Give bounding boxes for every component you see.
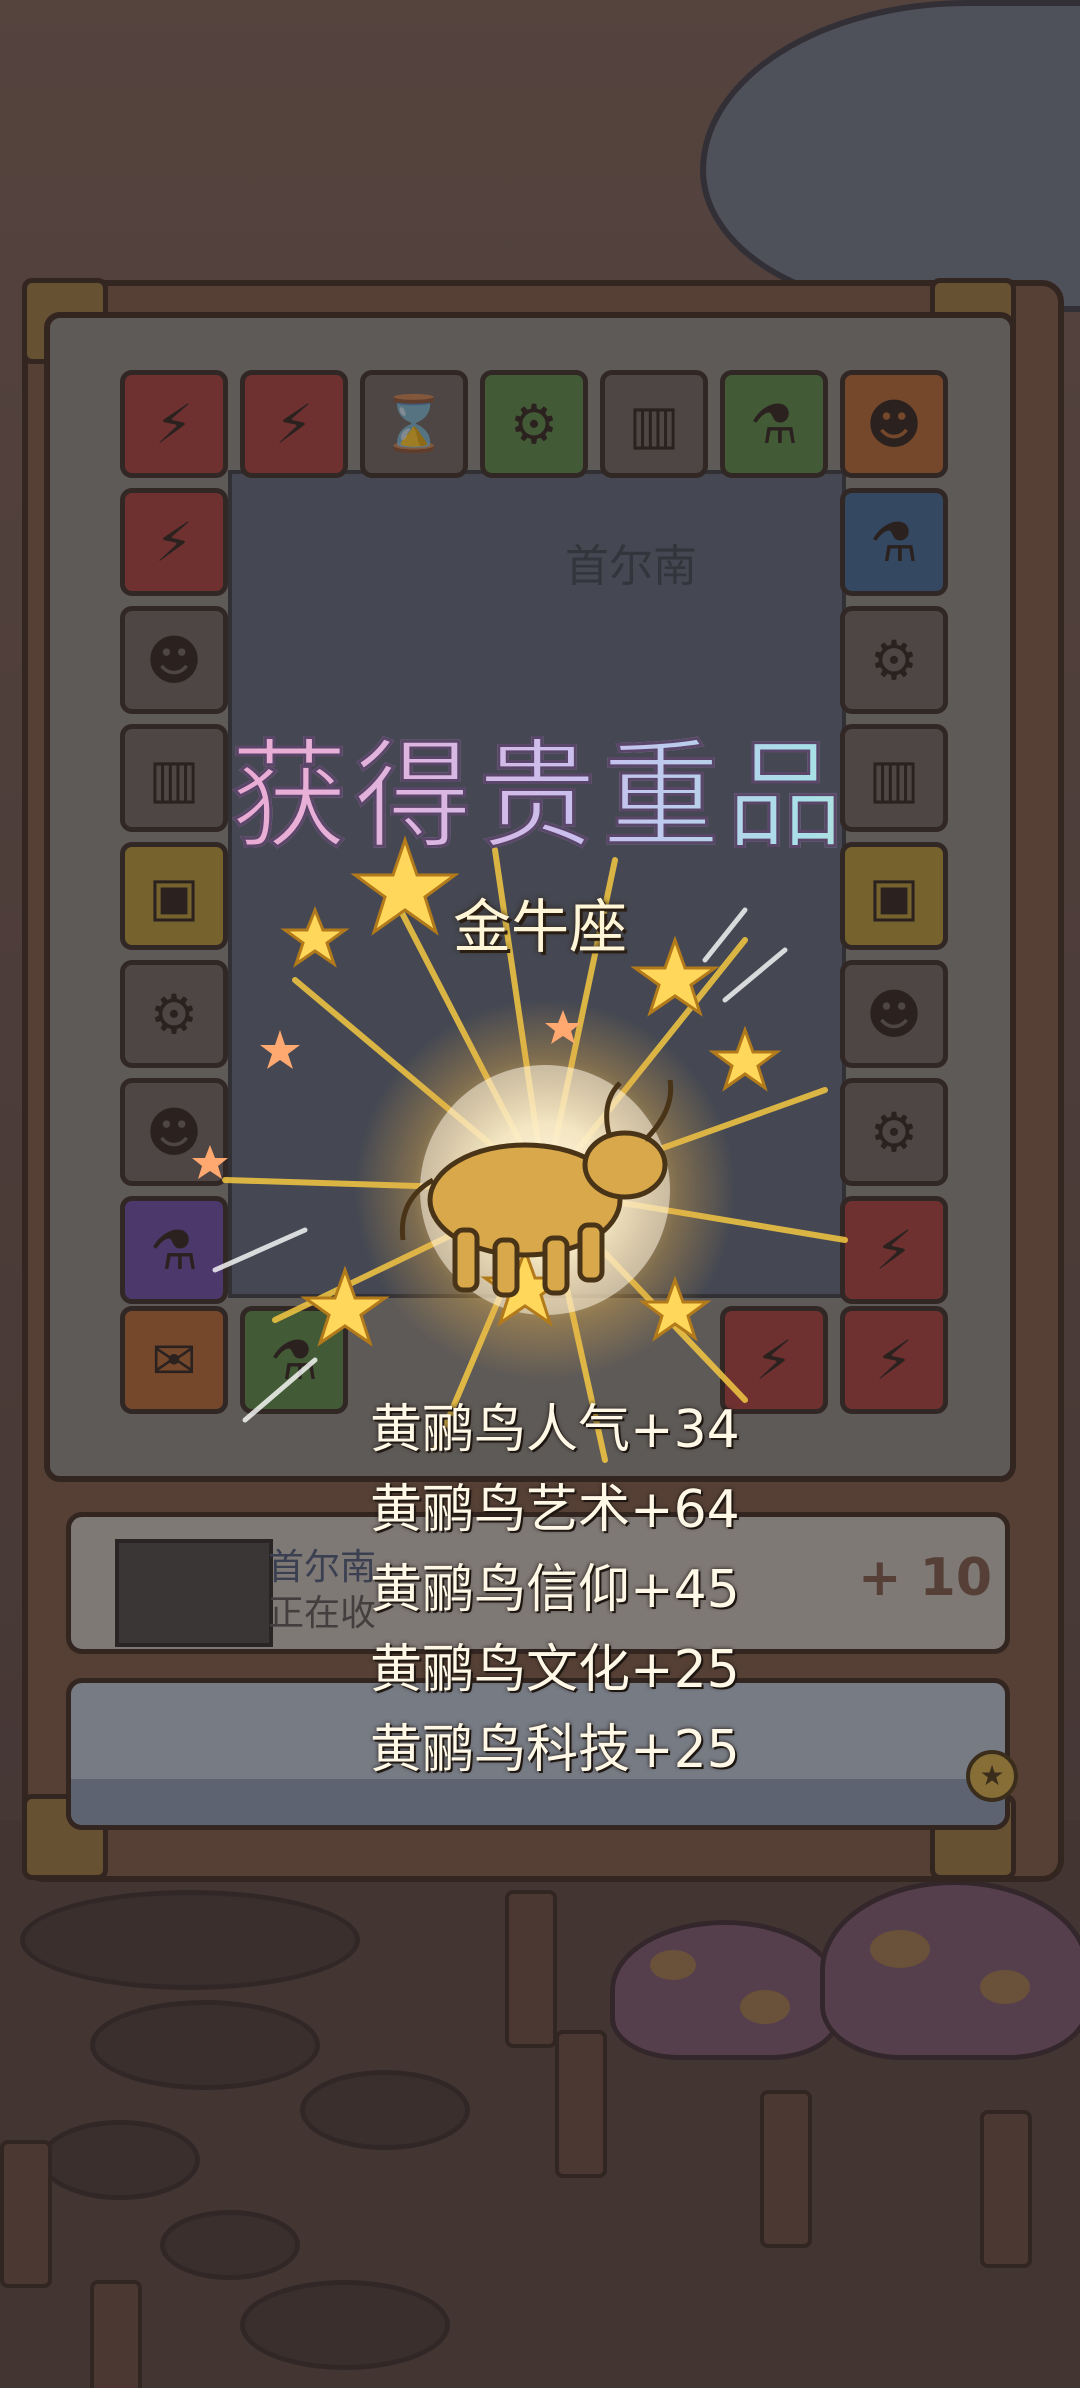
reward-stat: 黄鹂鸟文化+25 [370, 1640, 740, 1700]
reward-stat: 黄鹂鸟信仰+45 [370, 1560, 740, 1620]
reward-stat: 黄鹂鸟科技+25 [370, 1720, 740, 1780]
reward-stat: 黄鹂鸟人气+34 [370, 1400, 740, 1460]
reward-title: 获得贵重品 [0, 700, 1080, 871]
reward-stat-list: 黄鹂鸟人气+34 黄鹂鸟艺术+64 黄鹂鸟信仰+45 黄鹂鸟文化+25 黄鹂鸟科… [370, 1390, 870, 1790]
reward-item-name: 金牛座 [452, 893, 627, 961]
reward-stat: 黄鹂鸟艺术+64 [370, 1480, 740, 1540]
